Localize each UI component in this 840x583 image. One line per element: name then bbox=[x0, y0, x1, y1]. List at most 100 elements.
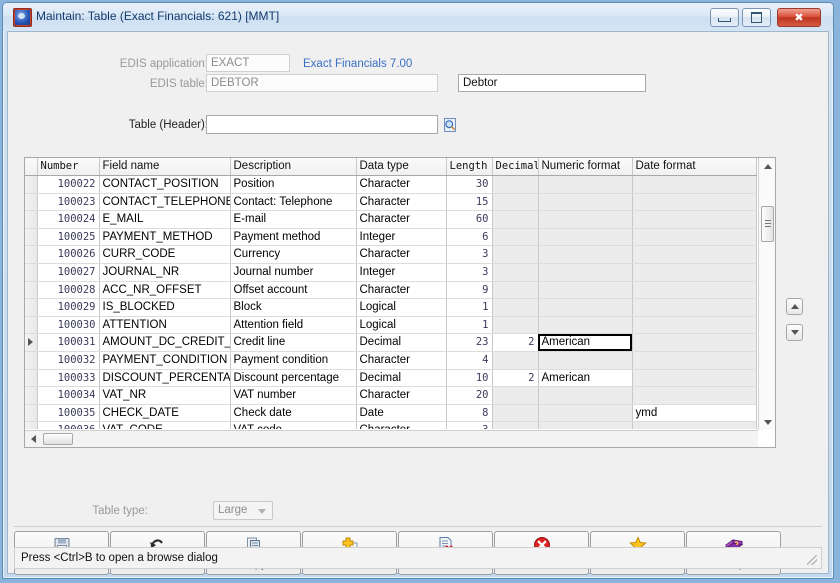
row-selector[interactable] bbox=[25, 351, 38, 370]
column-header-decimals[interactable]: Decimals bbox=[492, 158, 539, 176]
cell-decimals[interactable]: 2 bbox=[492, 333, 539, 352]
active-cell-numeric-format[interactable]: American bbox=[538, 333, 633, 352]
cell-field-name[interactable]: CONTACT_TELEPHONE bbox=[99, 193, 231, 212]
table-row[interactable]: 100035 CHECK_DATE Check date Date 8 ymd bbox=[25, 404, 757, 423]
cell-numeric-format[interactable] bbox=[538, 210, 633, 229]
cell-date-format[interactable] bbox=[632, 316, 757, 335]
scroll-up-arrow[interactable] bbox=[759, 158, 776, 174]
row-selector[interactable] bbox=[25, 263, 38, 282]
cell-numeric-format[interactable] bbox=[538, 245, 633, 264]
table-row[interactable]: 100031AMOUNT_DC_CREDIT_LINCredit lineDec… bbox=[25, 333, 757, 352]
cell-numeric-format[interactable] bbox=[538, 404, 633, 423]
row-selector[interactable] bbox=[25, 386, 38, 405]
column-header-number[interactable]: Number bbox=[37, 158, 100, 176]
cell-description[interactable]: Journal number bbox=[230, 263, 357, 282]
cell-number[interactable]: 100025 bbox=[37, 228, 100, 247]
cell-number[interactable]: 100023 bbox=[37, 193, 100, 212]
cell-numeric-format[interactable] bbox=[538, 316, 633, 335]
cell-decimals[interactable] bbox=[492, 404, 539, 423]
cell-number[interactable]: 100026 bbox=[37, 245, 100, 264]
fields-grid[interactable]: Number Field name Description Data type … bbox=[24, 157, 776, 448]
cell-number[interactable]: 100029 bbox=[37, 298, 100, 317]
cell-decimals[interactable]: 2 bbox=[492, 369, 539, 388]
cell-number[interactable]: 100030 bbox=[37, 316, 100, 335]
minimize-button[interactable] bbox=[710, 8, 739, 27]
cell-number[interactable]: 100027 bbox=[37, 263, 100, 282]
cell-description[interactable]: Position bbox=[230, 175, 357, 194]
cell-numeric-format[interactable] bbox=[538, 386, 633, 405]
cell-description[interactable]: Credit line bbox=[230, 333, 357, 352]
cell-field-name[interactable]: CONTACT_POSITION bbox=[99, 175, 231, 194]
cell-numeric-format[interactable]: American bbox=[538, 369, 633, 388]
row-selector[interactable] bbox=[25, 281, 38, 300]
cell-description[interactable]: Attention field bbox=[230, 316, 357, 335]
row-selector[interactable] bbox=[25, 228, 38, 247]
cell-length[interactable]: 8 bbox=[446, 404, 493, 423]
table-row[interactable]: 100027 JOURNAL_NR Journal number Integer 3 bbox=[25, 263, 757, 282]
row-selector[interactable] bbox=[25, 316, 38, 335]
vertical-scroll-thumb[interactable] bbox=[761, 206, 774, 242]
cell-length[interactable]: 9 bbox=[446, 281, 493, 300]
cell-description[interactable]: Payment method bbox=[230, 228, 357, 247]
row-selector[interactable] bbox=[25, 333, 38, 352]
cell-date-format[interactable] bbox=[632, 210, 757, 229]
cell-description[interactable]: E-mail bbox=[230, 210, 357, 229]
row-selector[interactable] bbox=[25, 210, 38, 229]
cell-data-type[interactable]: Character bbox=[356, 421, 447, 429]
cell-numeric-format[interactable] bbox=[538, 175, 633, 194]
table-row[interactable]: 100025 PAYMENT_METHOD Payment method Intege… bbox=[25, 228, 757, 247]
cell-date-format[interactable] bbox=[632, 281, 757, 300]
row-selector[interactable] bbox=[25, 298, 38, 317]
cell-data-type[interactable]: Character bbox=[356, 281, 447, 300]
cell-description[interactable]: Block bbox=[230, 298, 357, 317]
cell-field-name[interactable]: DISCOUNT_PERCENTAGE bbox=[99, 369, 231, 388]
cell-description[interactable]: VAT code bbox=[230, 421, 357, 429]
cell-decimals[interactable] bbox=[492, 298, 539, 317]
close-button[interactable]: ✖ bbox=[777, 8, 821, 27]
move-row-down-button[interactable] bbox=[786, 324, 803, 341]
cell-length[interactable]: 3 bbox=[446, 421, 493, 429]
cell-number[interactable]: 100022 bbox=[37, 175, 100, 194]
cell-length[interactable]: 1 bbox=[446, 298, 493, 317]
cell-data-type[interactable]: Logical bbox=[356, 316, 447, 335]
cell-decimals[interactable] bbox=[492, 281, 539, 300]
table-type-select[interactable]: Large bbox=[213, 501, 273, 520]
cell-length[interactable]: 10 bbox=[446, 369, 493, 388]
cell-decimals[interactable] bbox=[492, 263, 539, 282]
cell-data-type[interactable]: Date bbox=[356, 404, 447, 423]
cell-decimals[interactable] bbox=[492, 245, 539, 264]
column-header-numeric-format[interactable]: Numeric format bbox=[538, 158, 633, 176]
cell-data-type[interactable]: Integer bbox=[356, 228, 447, 247]
cell-number[interactable]: 100036 bbox=[37, 421, 100, 429]
cell-decimals[interactable] bbox=[492, 316, 539, 335]
cell-date-format[interactable] bbox=[632, 228, 757, 247]
row-selector[interactable] bbox=[25, 193, 38, 212]
table-row[interactable]: 100030 ATTENTION Attention field Logical 1 bbox=[25, 316, 757, 335]
cell-data-type[interactable]: Character bbox=[356, 193, 447, 212]
cell-date-format[interactable] bbox=[632, 193, 757, 212]
resize-grip-icon[interactable] bbox=[807, 555, 817, 565]
cell-length[interactable]: 23 bbox=[446, 333, 493, 352]
column-header-length[interactable]: Length bbox=[446, 158, 493, 176]
cell-length[interactable]: 15 bbox=[446, 193, 493, 212]
table-row[interactable]: 100034 VAT_NR VAT number Character 20 bbox=[25, 386, 757, 405]
table-description-field[interactable]: Debtor bbox=[458, 74, 646, 92]
cell-numeric-format[interactable] bbox=[538, 351, 633, 370]
scroll-left-arrow[interactable] bbox=[25, 431, 41, 447]
cell-decimals[interactable] bbox=[492, 351, 539, 370]
cell-decimals[interactable] bbox=[492, 421, 539, 429]
table-row[interactable]: 100032 PAYMENT_CONDITION Payment condition… bbox=[25, 351, 757, 370]
cell-date-format[interactable] bbox=[632, 421, 757, 429]
cell-field-name[interactable]: VAT_CODE bbox=[99, 421, 231, 429]
column-header-description[interactable]: Description bbox=[230, 158, 357, 176]
cell-data-type[interactable]: Logical bbox=[356, 298, 447, 317]
horizontal-scroll-thumb[interactable] bbox=[43, 433, 73, 445]
table-row[interactable]: 100026 CURR_CODE Currency Character 3 bbox=[25, 245, 757, 264]
cell-field-name[interactable]: CHECK_DATE bbox=[99, 404, 231, 423]
cell-date-format[interactable] bbox=[632, 175, 757, 194]
cell-length[interactable]: 3 bbox=[446, 245, 493, 264]
table-row[interactable]: 100033DISCOUNT_PERCENTAGEDiscount percen… bbox=[25, 369, 757, 388]
column-header-date-format[interactable]: Date format bbox=[632, 158, 757, 176]
cell-data-type[interactable]: Character bbox=[356, 386, 447, 405]
cell-number[interactable]: 100032 bbox=[37, 351, 100, 370]
